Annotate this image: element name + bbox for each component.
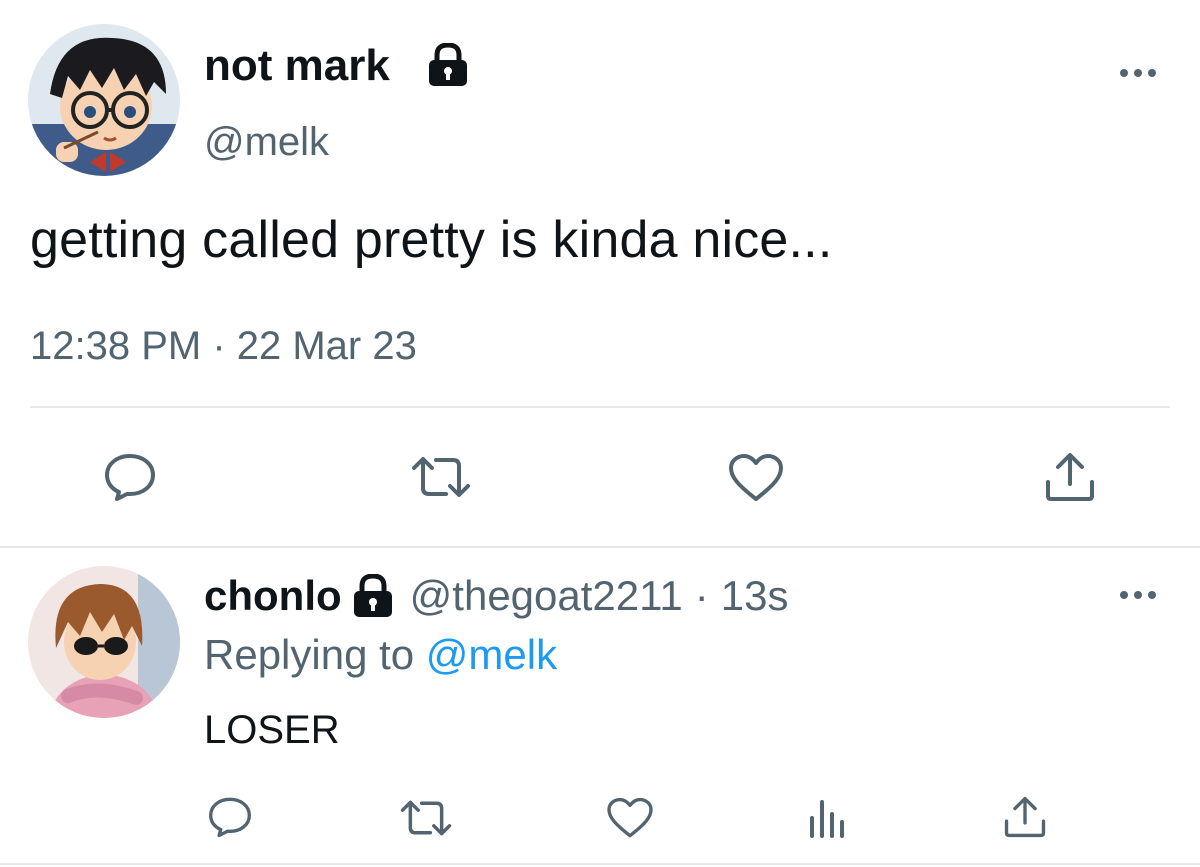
retweet-icon[interactable] xyxy=(399,798,453,838)
reply-author-avatar[interactable] xyxy=(28,566,180,718)
like-icon[interactable] xyxy=(606,797,654,839)
reply-icon[interactable] xyxy=(103,452,157,502)
replying-to: Replying to @melk xyxy=(204,630,557,680)
author-display-name[interactable]: not mark xyxy=(204,40,390,92)
tweet-text: getting called pretty is kinda nice... xyxy=(30,211,833,269)
author-avatar[interactable] xyxy=(28,24,180,176)
retweet-icon[interactable] xyxy=(410,454,472,500)
separator-dot: · xyxy=(694,572,709,619)
divider xyxy=(30,406,1170,408)
more-icon[interactable] xyxy=(1117,62,1159,84)
reply-header: chonlo @thegoat2211 · 13s xyxy=(204,572,788,620)
share-icon[interactable] xyxy=(1003,796,1047,838)
section-divider xyxy=(0,546,1200,548)
reply-author-handle[interactable]: @thegoat2211 xyxy=(410,572,683,620)
bottom-divider xyxy=(0,863,1200,865)
share-icon[interactable] xyxy=(1044,452,1096,502)
replying-to-mention[interactable]: @melk xyxy=(426,631,557,678)
more-icon[interactable] xyxy=(1117,584,1159,606)
reply-time[interactable]: 13s xyxy=(721,572,789,620)
author-handle[interactable]: @melk xyxy=(204,118,329,166)
replying-to-label: Replying to xyxy=(204,631,415,678)
reply-icon[interactable] xyxy=(207,796,253,838)
like-icon[interactable] xyxy=(728,453,784,503)
reply-text: LOSER xyxy=(204,708,340,752)
tweet-timestamp[interactable]: 12:38 PM · 22 Mar 23 xyxy=(30,322,417,370)
analytics-icon[interactable] xyxy=(806,798,848,838)
lock-icon xyxy=(427,43,469,87)
lock-icon xyxy=(352,574,394,618)
reply-author-display-name[interactable]: chonlo xyxy=(204,572,342,620)
